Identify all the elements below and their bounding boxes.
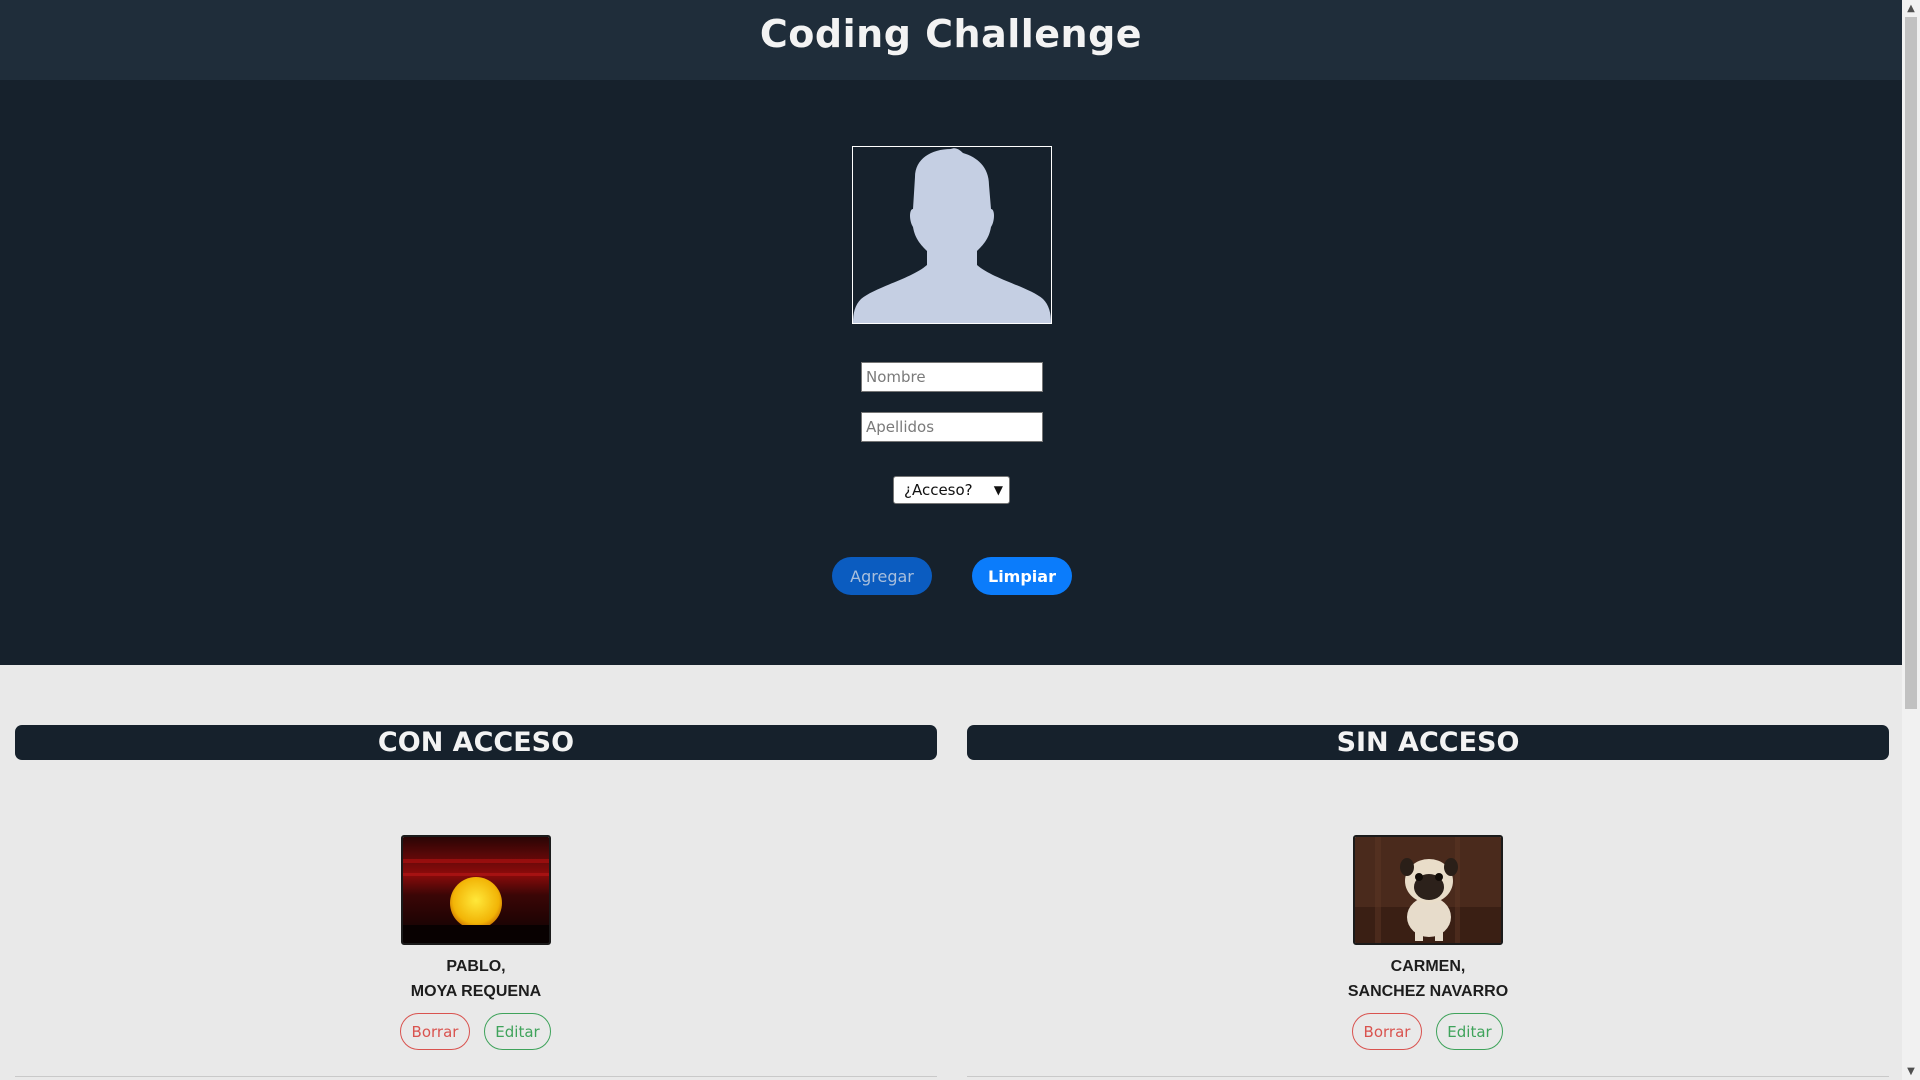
- borrar-button[interactable]: Borrar: [1352, 1013, 1422, 1050]
- apellidos-input[interactable]: [861, 412, 1043, 442]
- scrollbar-thumb[interactable]: [1905, 17, 1917, 709]
- user-card: CARMEN, SANCHEZ NAVARRO Borrar Editar: [967, 760, 1889, 1077]
- user-first-name: PABLO,: [446, 958, 506, 975]
- sin-acceso-heading: SIN ACCESO: [967, 725, 1889, 760]
- borrar-button[interactable]: Borrar: [400, 1013, 470, 1050]
- pug-photo: [1353, 835, 1503, 945]
- nombre-input[interactable]: [861, 362, 1043, 392]
- page-title: Coding Challenge: [759, 12, 1143, 56]
- chevron-down-icon: ▼: [993, 483, 1003, 497]
- agregar-button[interactable]: Agregar: [832, 557, 932, 595]
- user-first-name: CARMEN,: [1390, 958, 1466, 975]
- divider: [967, 1076, 1889, 1077]
- limpiar-button[interactable]: Limpiar: [972, 557, 1072, 595]
- sin-acceso-list: SIN ACCESO CARMEN, SANCHEZ NAVARRO Borra…: [967, 725, 1889, 1077]
- editar-button[interactable]: Editar: [1436, 1013, 1503, 1050]
- page-scrollbar[interactable]: ▲ ▼: [1902, 0, 1920, 1080]
- avatar-placeholder[interactable]: [852, 146, 1052, 324]
- con-acceso-heading: CON ACCESO: [15, 725, 937, 760]
- user-form: ¿Acceso? ▼ Agregar Limpiar: [0, 80, 1902, 665]
- editar-button[interactable]: Editar: [484, 1013, 551, 1050]
- user-last-name: SANCHEZ NAVARRO: [1347, 983, 1509, 1000]
- scroll-up-arrow-icon[interactable]: ▲: [1902, 0, 1920, 17]
- access-select-value: ¿Acceso?: [904, 481, 973, 499]
- con-acceso-list: CON ACCESO PABLO, MOYA REQUENA Borrar Ed…: [15, 725, 937, 1077]
- top-header: Coding Challenge: [0, 0, 1902, 80]
- page: Coding Challenge ¿Acceso? ▼ Agregar Limp…: [0, 0, 1902, 1080]
- user-card: PABLO, MOYA REQUENA Borrar Editar: [15, 760, 937, 1077]
- user-last-name: MOYA REQUENA: [410, 983, 542, 1000]
- person-silhouette-icon: [853, 148, 1051, 323]
- scroll-down-arrow-icon[interactable]: ▼: [1902, 1063, 1920, 1080]
- divider: [15, 1076, 937, 1077]
- sunset-photo: [401, 835, 551, 945]
- access-select[interactable]: ¿Acceso? ▼: [893, 476, 1010, 504]
